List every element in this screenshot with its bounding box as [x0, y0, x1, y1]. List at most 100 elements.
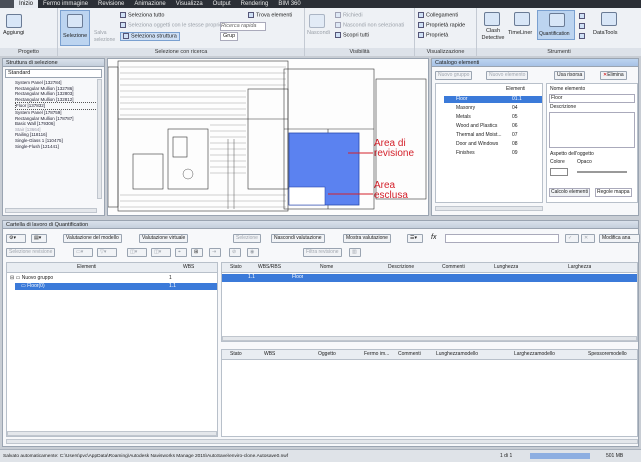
aggiungi-button[interactable]: Aggiungi — [3, 30, 24, 37]
filtra-revisione-button[interactable]: Filtra revisione — [303, 248, 342, 257]
delete-label: Elimina — [607, 72, 624, 78]
annotation-area-esclusa: Area esclusa — [374, 180, 408, 201]
seleziona-struttura-button[interactable]: Seleziona struttura — [120, 32, 180, 42]
new-group-button[interactable]: Nuovo gruppo — [435, 71, 473, 80]
color-swatch[interactable] — [550, 168, 568, 176]
tool-icon-9[interactable]: ◉ — [247, 248, 259, 257]
tab-calcolo-elementi[interactable]: Calcolo elementi — [549, 188, 590, 197]
richiedi-button[interactable]: Richiedi — [335, 12, 363, 19]
tab-fermo-immagine[interactable]: Fermo immagine — [38, 0, 93, 8]
tree-scrollbar[interactable] — [97, 79, 102, 199]
proprieta-rapide-button[interactable]: Proprietà rapide — [418, 22, 465, 29]
tool-dropdown-1[interactable]: ▭▾ — [73, 248, 93, 257]
tab-revisione[interactable]: Revisione — [93, 0, 129, 8]
tool-icon-3[interactable] — [579, 33, 585, 39]
tool-icon-7[interactable]: ⇥ — [209, 248, 221, 257]
confirm-icon[interactable]: ✓ — [565, 234, 579, 243]
memory-usage: 501 MB — [606, 453, 624, 459]
modifica-analisi-button[interactable]: Modifica ana — [599, 234, 640, 243]
tool-dropdown-2[interactable]: ▽▾ — [97, 248, 117, 257]
tool-icon-10[interactable]: ▥ — [349, 248, 361, 257]
tab-inizio[interactable]: Inizio — [14, 0, 39, 8]
ricerca-rapida-input[interactable]: Ricerca rapida — [220, 22, 266, 31]
delete-button[interactable]: ✕Elimina — [600, 71, 627, 80]
catalog-item-floor[interactable]: Floor 01.1 — [444, 96, 542, 103]
collegamenti-button[interactable]: Collegamenti — [418, 12, 458, 19]
use-resource-button[interactable]: Usa risorsa — [554, 71, 586, 80]
selezione-button-wb[interactable]: Selezione — [233, 234, 261, 243]
workbook-hscrollbar[interactable] — [6, 439, 638, 444]
nome-elemento-field[interactable]: Floor — [549, 94, 635, 103]
selezione-revisione-button[interactable]: Selezione revisione — [6, 248, 56, 257]
view-dropdown[interactable]: ▤▾ — [31, 234, 47, 243]
group-visibilita: Nascondi Richiedi Nascondi non seleziona… — [305, 8, 415, 56]
tree-item[interactable]: Single-Flush [121441] — [15, 144, 102, 150]
takeoff-row[interactable]: 1.1 Floor — [222, 274, 637, 282]
group-name: Nuovo gruppo — [21, 275, 54, 281]
nascondi-non-selezionati-button[interactable]: Nascondi non selezionati — [335, 22, 404, 29]
tree-hscrollbar[interactable] — [5, 208, 97, 213]
tool-dropdown-3[interactable]: ◫▾ — [127, 248, 147, 257]
datatools-button[interactable]: DataTools — [593, 30, 617, 37]
catalog-item[interactable]: Metals 05 — [444, 114, 542, 121]
tool-icon-8[interactable]: ⊘ — [229, 248, 241, 257]
tool-icon-6[interactable]: ⊞ — [191, 248, 203, 257]
tool-icon-5[interactable]: ⌖ — [175, 248, 187, 257]
catalog-title: Catalogo elementi — [432, 59, 638, 67]
groups-hscrollbar[interactable] — [7, 431, 217, 436]
selection-mode-dropdown[interactable]: Standard — [5, 69, 102, 78]
tab-rendering[interactable]: Rendering — [236, 0, 274, 8]
opacity-slider[interactable] — [577, 171, 627, 173]
tree-item-selected[interactable]: Floor [137832] — [15, 102, 102, 110]
tab-regole-mappa[interactable]: Regole mappa — [595, 188, 632, 197]
cancel-icon[interactable]: ✕ — [581, 234, 595, 243]
item-code: 07 — [512, 132, 518, 138]
nascondi-button[interactable]: Nascondi — [307, 30, 330, 37]
catalog-hscrollbar[interactable] — [435, 206, 543, 211]
seleziona-tutto-button[interactable]: Seleziona tutto — [120, 12, 164, 19]
tool-icon-1[interactable] — [579, 13, 585, 19]
3d-viewport[interactable]: Area di revisione Area esclusa — [107, 58, 429, 216]
selezione-button[interactable]: Selezione — [60, 10, 90, 46]
quantification-button[interactable]: Quantification — [537, 10, 575, 40]
tool-dropdown-4[interactable]: ◫▾ — [151, 248, 171, 257]
tab-visualizza[interactable]: Visualizza — [171, 0, 208, 8]
nascondi-valutazione-button[interactable]: Nascondi valutazione — [271, 234, 325, 243]
group-strumenti: Clash Detective TimeLiner Quantification… — [477, 8, 641, 56]
trova-elementi-button[interactable]: Trova elementi — [248, 12, 292, 19]
mostra-valutazione-button[interactable]: Mostra valutazione — [343, 234, 391, 243]
more-dropdown[interactable]: ☰▾ — [407, 234, 423, 243]
group-row-nuovo-gruppo[interactable]: ⊟ ▭ Nuovo gruppo — [10, 275, 53, 282]
clash-detective-button[interactable]: Clash Detective — [479, 28, 507, 42]
item-code: 04 — [512, 105, 518, 111]
formula-input[interactable] — [445, 234, 559, 243]
valutazione-modello-button[interactable]: Valutazione del modello — [63, 234, 122, 243]
catalog-item[interactable]: Wood and Plastics 06 — [444, 123, 542, 130]
tab-output[interactable]: Output — [208, 0, 236, 8]
app-menu-button[interactable] — [0, 0, 14, 8]
tab-bim360[interactable]: BIM 360 — [273, 0, 305, 8]
valutazione-virtuale-button[interactable]: Valutazione virtuale — [139, 234, 189, 243]
catalog-panel: Catalogo elementi Nuovo gruppo Nuovo ele… — [431, 58, 639, 216]
group-row-floor[interactable]: ▭ Floor(0) 1.1 — [15, 283, 217, 290]
new-element-button[interactable]: Nuovo elemento — [486, 71, 529, 80]
scopri-tutti-button[interactable]: Scopri tutti — [335, 32, 369, 39]
catalog-item[interactable]: Door and Windows 08 — [444, 141, 542, 148]
col-elementi: Elementi — [506, 86, 526, 92]
seleziona-tutto-label: Seleziona tutto — [128, 12, 165, 19]
catalog-item[interactable]: Thermal and Moist... 07 — [444, 132, 542, 139]
seleziona-stesse-proprieta-button[interactable]: Seleziona oggetti con le stesse propriet… — [120, 22, 227, 29]
col-stato-b: Stato — [230, 351, 242, 357]
tool-icon-2[interactable] — [579, 23, 585, 29]
salva-selezione-button[interactable]: Salva selezione — [94, 30, 116, 44]
descrizione-field[interactable] — [549, 112, 635, 148]
takeoff-hscrollbar[interactable] — [222, 336, 637, 341]
navigation-bar[interactable] — [530, 453, 590, 459]
grup-dropdown[interactable]: Grup — [220, 32, 239, 41]
options-dropdown[interactable]: ⚙▾ — [6, 234, 26, 243]
tab-animazione[interactable]: Animazione — [129, 0, 170, 8]
catalog-item[interactable]: Finishes 09 — [444, 150, 542, 157]
catalog-item[interactable]: Masonry 04 — [444, 105, 542, 112]
proprieta-button[interactable]: Proprietà — [418, 32, 448, 39]
timeliner-button[interactable]: TimeLiner — [508, 30, 532, 37]
